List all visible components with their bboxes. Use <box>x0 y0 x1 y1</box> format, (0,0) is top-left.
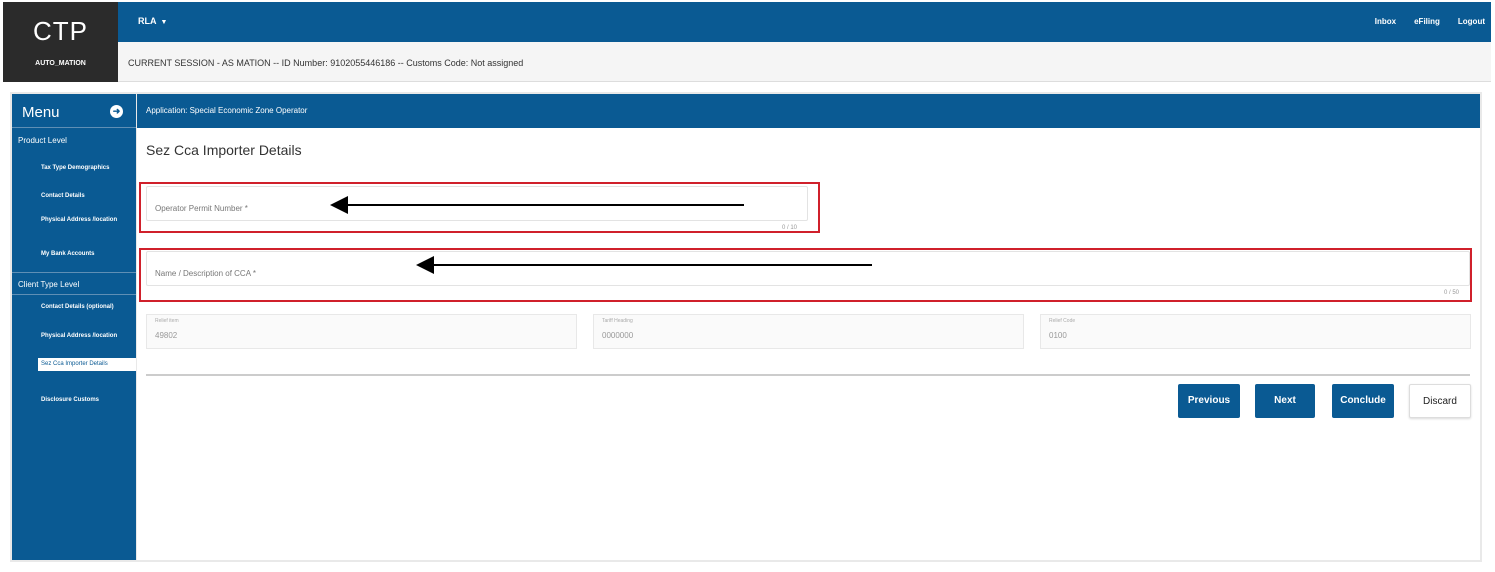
relief-item-value: 49802 <box>155 331 178 340</box>
menu-header: Menu ➜ <box>12 94 136 128</box>
sidebar-divider <box>12 294 136 295</box>
menu-title: Menu <box>22 104 60 121</box>
relief-item-field: Relief item 49802 <box>146 314 577 349</box>
application-bar: Application: Special Economic Zone Opera… <box>137 94 1480 128</box>
sidebar-item-contact-details-optional[interactable]: Contact Details (optional) <box>41 303 131 312</box>
sidebar-item-physical-address[interactable]: Physical Address /location <box>41 216 131 225</box>
top-nav-bar: RLA ▼ Inbox eFiling Logout <box>118 2 1491 42</box>
logo-title: CTP <box>33 16 88 46</box>
annotation-box-operator-permit <box>139 182 820 233</box>
sidebar-divider <box>12 272 136 273</box>
sidebar-item-physical-address-client[interactable]: Physical Address /location <box>41 332 131 341</box>
relief-code-value: 0100 <box>1049 331 1067 340</box>
discard-button[interactable]: Discard <box>1409 384 1471 418</box>
caret-down-icon: ▼ <box>160 19 168 26</box>
application-title: Application: Special Economic Zone Opera… <box>146 106 308 115</box>
page-title: Sez Cca Importer Details <box>146 142 302 158</box>
top-links: Inbox eFiling Logout <box>1375 17 1485 26</box>
arrow-circle-right-icon[interactable]: ➜ <box>110 105 123 118</box>
sidebar-item-tax-type-demographics[interactable]: Tax Type Demographics <box>41 164 131 173</box>
annotation-arrow-line <box>432 264 872 266</box>
sidebar-item-disclosure-customs[interactable]: Disclosure Customs <box>41 396 131 405</box>
session-bar: CURRENT SESSION - AS MATION -- ID Number… <box>118 42 1491 82</box>
annotation-arrow-line <box>346 204 744 206</box>
user-menu[interactable]: RLA ▼ <box>138 16 167 26</box>
tariff-heading-field: Tariff Heading 0000000 <box>593 314 1024 349</box>
tariff-heading-value: 0000000 <box>602 331 634 340</box>
relief-item-label: Relief item <box>155 318 179 324</box>
form-divider <box>146 374 1470 376</box>
logo-subtitle: AUTO_MATION <box>35 60 86 67</box>
previous-button[interactable]: Previous <box>1178 384 1240 418</box>
main-content: Application: Special Economic Zone Opera… <box>137 94 1480 560</box>
conclude-button[interactable]: Conclude <box>1332 384 1394 418</box>
product-level-label: Product Level <box>18 136 67 145</box>
next-button[interactable]: Next <box>1255 384 1315 418</box>
session-info: CURRENT SESSION - AS MATION -- ID Number… <box>128 58 524 68</box>
ctp-logo[interactable]: CTP AUTO_MATION <box>3 2 118 82</box>
annotation-box-cca-name <box>139 248 1472 302</box>
sidebar-item-bank-accounts[interactable]: My Bank Accounts <box>41 250 131 259</box>
inbox-link[interactable]: Inbox <box>1375 17 1396 26</box>
relief-code-label: Relief Code <box>1049 318 1076 324</box>
client-type-level-label: Client Type Level <box>18 280 80 289</box>
user-menu-label: RLA <box>138 16 157 26</box>
tariff-heading-label: Tariff Heading <box>602 318 633 324</box>
efiling-link[interactable]: eFiling <box>1414 17 1440 26</box>
logout-link[interactable]: Logout <box>1458 17 1485 26</box>
sidebar-menu: Menu ➜ Product Level Tax Type Demographi… <box>12 94 136 560</box>
sidebar-item-contact-details[interactable]: Contact Details <box>41 192 131 201</box>
top-header: CTP AUTO_MATION RLA ▼ Inbox eFiling Logou… <box>0 0 1495 86</box>
sidebar-item-sez-cca-importer-details[interactable]: Sez Cca Importer Details <box>38 358 136 371</box>
relief-code-field: Relief Code 0100 <box>1040 314 1471 349</box>
